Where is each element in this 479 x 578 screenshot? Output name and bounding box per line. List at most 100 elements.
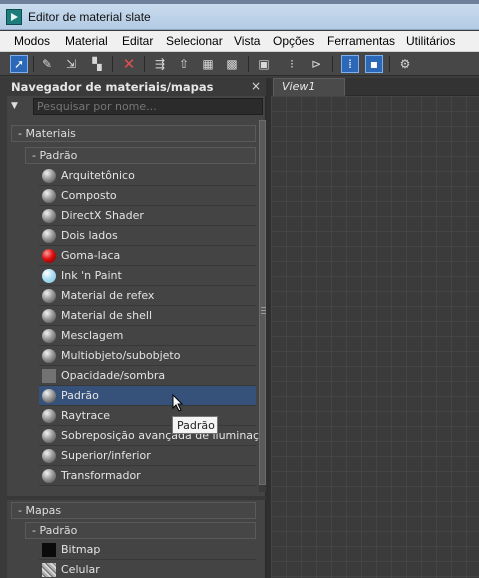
- subgroup-standard[interactable]: - Padrão: [25, 147, 256, 164]
- cellular-map-icon: [42, 563, 56, 577]
- left-edge: [0, 78, 7, 578]
- hide-unused-icon[interactable]: ⊳: [307, 55, 325, 73]
- material-sphere-icon: [42, 429, 56, 443]
- select-arrow-icon[interactable]: ➚: [10, 55, 28, 73]
- search-input[interactable]: [33, 98, 263, 115]
- vertical-scrollbar[interactable]: [259, 120, 266, 492]
- menu-editar[interactable]: Editar: [122, 34, 153, 48]
- toolbar: ➚ ✎ ⇲ ▚ ✕ ⇶ ⇧ ▦ ▩ ▣ ⁝ ⊳ ⁞ ▪ ⚙: [0, 52, 479, 76]
- subgroup-maps-standard[interactable]: - Padrão: [25, 522, 256, 539]
- material-sphere-icon: [42, 449, 56, 463]
- menu-modos[interactable]: Modos: [14, 34, 50, 48]
- map-item-bitmap[interactable]: Bitmap: [39, 540, 256, 560]
- search-row: ▼: [11, 98, 263, 115]
- material-sphere-icon: [42, 389, 56, 403]
- put-to-scene-icon[interactable]: ⇲: [62, 55, 80, 73]
- material-sphere-icon: [42, 169, 56, 183]
- material-item-refex[interactable]: Material de refex: [39, 286, 256, 306]
- material-item-raytrace[interactable]: Raytrace: [39, 406, 256, 426]
- material-sphere-icon: [42, 469, 56, 483]
- maps-area: - Mapas - Padrão Bitmap Celular: [7, 502, 266, 578]
- menu-bar: Modos Material Editar Selecionar Vista O…: [0, 31, 479, 52]
- toolbar-separator: [332, 56, 333, 72]
- toolbar-separator: [389, 56, 390, 72]
- material-item-transformador[interactable]: Transformador: [39, 466, 256, 486]
- menu-opcoes[interactable]: Opções: [273, 34, 314, 48]
- material-sphere-icon: [42, 209, 56, 223]
- tooltip: Padrão: [172, 416, 218, 434]
- eyedropper-icon[interactable]: ✎: [38, 55, 56, 73]
- material-item-arquitetonico[interactable]: Arquitetônico: [39, 166, 256, 186]
- material-sphere-icon: [42, 229, 56, 243]
- group-maps[interactable]: - Mapas: [11, 502, 256, 519]
- item-label: Composto: [61, 189, 117, 202]
- material-item-composto[interactable]: Composto: [39, 186, 256, 206]
- menu-ferramentas[interactable]: Ferramentas: [327, 34, 395, 48]
- menu-material[interactable]: Material: [65, 34, 108, 48]
- view-panel[interactable]: View1: [271, 78, 479, 578]
- assign-to-selection-icon[interactable]: ▚: [88, 55, 106, 73]
- menu-selecionar[interactable]: Selecionar: [166, 34, 223, 48]
- move-children-icon[interactable]: ⇶: [151, 55, 169, 73]
- gray-square-icon: [42, 369, 56, 383]
- item-label: Goma-laca: [61, 249, 121, 262]
- item-label: Material de shell: [61, 309, 153, 322]
- materials-scroll-area: - Materiais - Padrão Arquitetônico Compo…: [7, 120, 273, 492]
- select-material-icon[interactable]: ⇧: [175, 55, 193, 73]
- material-item-sobreposicao[interactable]: Sobreposição avançada de iluminação: [39, 426, 273, 446]
- scrollbar-thumb[interactable]: [259, 120, 266, 485]
- view-tabs: View1: [271, 78, 479, 96]
- browser-options-icon[interactable]: ▼: [11, 100, 27, 112]
- material-sphere-icon: [42, 309, 56, 323]
- menu-vista[interactable]: Vista: [234, 34, 260, 48]
- item-label: Superior/inferior: [61, 449, 151, 462]
- browser-title: Navegador de materiais/mapas: [11, 80, 214, 94]
- params-icon[interactable]: ▪: [365, 55, 383, 73]
- title-bar[interactable]: Editor de material slate: [0, 4, 479, 30]
- subgroup-label: - Padrão: [32, 149, 78, 162]
- item-label: Sobreposição avançada de iluminação: [61, 429, 273, 442]
- subgroup-label: - Padrão: [32, 524, 78, 537]
- material-sphere-icon: [42, 349, 56, 363]
- material-item-mesclagem[interactable]: Mesclagem: [39, 326, 256, 346]
- material-map-navigator-icon[interactable]: ⚙: [396, 55, 414, 73]
- group-label: - Mapas: [18, 504, 62, 517]
- item-label: Multiobjeto/subobjeto: [61, 349, 181, 362]
- material-map-browser: Navegador de materiais/mapas × ▼ - Mater…: [7, 78, 273, 578]
- layout-children-icon[interactable]: ⁝: [283, 55, 301, 73]
- toolbar-separator: [248, 56, 249, 72]
- item-label: Ink 'n Paint: [61, 269, 122, 282]
- nav-grid-icon[interactable]: ⁞: [341, 55, 359, 73]
- close-icon[interactable]: ×: [251, 79, 261, 93]
- toolbar-separator: [112, 56, 113, 72]
- group-label: - Materiais: [18, 127, 76, 140]
- item-label: Mesclagem: [61, 329, 124, 342]
- material-item-shell[interactable]: Material de shell: [39, 306, 256, 326]
- section-splitter[interactable]: [7, 496, 266, 500]
- window-title: Editor de material slate: [28, 10, 151, 24]
- item-label: Bitmap: [61, 543, 101, 556]
- delete-icon[interactable]: ✕: [120, 55, 138, 73]
- toolbar-separator: [33, 56, 34, 72]
- group-materials[interactable]: - Materiais: [11, 125, 256, 142]
- layout-all-icon[interactable]: ▣: [255, 55, 273, 73]
- material-item-multiobjeto[interactable]: Multiobjeto/subobjeto: [39, 346, 256, 366]
- material-item-superior-inferior[interactable]: Superior/inferior: [39, 446, 256, 466]
- app-icon: [6, 9, 22, 25]
- mouse-cursor-icon: [172, 394, 184, 412]
- material-item-opacidade-sombra[interactable]: Opacidade/sombra: [39, 366, 256, 386]
- material-item-ink-n-paint[interactable]: Ink 'n Paint: [39, 266, 256, 286]
- material-item-padrao[interactable]: Padrão: [39, 386, 256, 406]
- menu-utilitarios[interactable]: Utilitários: [406, 34, 455, 48]
- material-item-goma-laca[interactable]: Goma-laca: [39, 246, 256, 266]
- material-item-dois-lados[interactable]: Dois lados: [39, 226, 256, 246]
- toolbar-separator: [144, 56, 145, 72]
- map-item-celular[interactable]: Celular: [39, 560, 256, 578]
- bitmap-icon: [42, 543, 56, 557]
- item-label: Opacidade/sombra: [61, 369, 166, 382]
- show-map-icon[interactable]: ▦: [199, 55, 217, 73]
- material-item-directx-shader[interactable]: DirectX Shader: [39, 206, 256, 226]
- material-sphere-icon: [42, 329, 56, 343]
- tab-view1[interactable]: View1: [273, 78, 345, 96]
- background-icon[interactable]: ▩: [223, 55, 241, 73]
